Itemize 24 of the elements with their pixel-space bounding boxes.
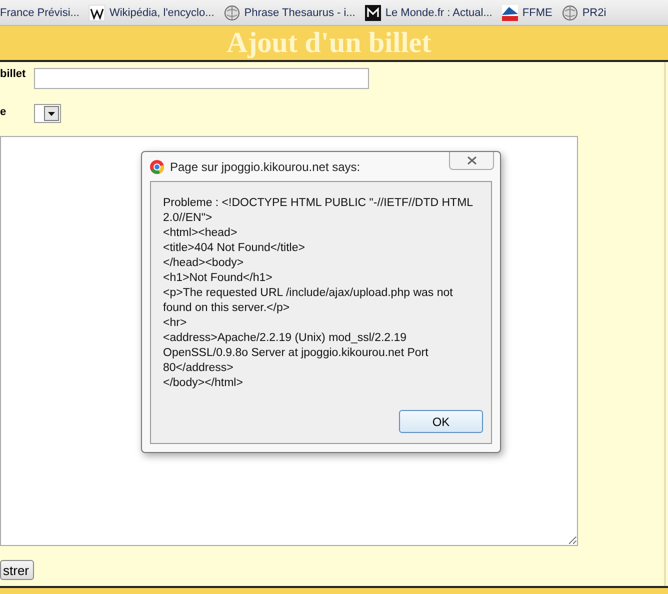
bookmark-link[interactable]: FFME [502, 4, 552, 20]
caret-icon [44, 106, 59, 121]
field-label: billet [0, 68, 27, 80]
newspaper-logo-icon [365, 4, 382, 20]
close-icon [466, 156, 476, 165]
mountain-logo-icon [502, 4, 518, 20]
title-input[interactable] [34, 68, 369, 89]
wikipedia-icon [89, 4, 106, 20]
bookmark-link[interactable]: Phrase Thesaurus - i... [224, 4, 356, 20]
bookmark-link[interactable]: Wikipédia, l'encyclo... [89, 4, 214, 20]
ok-button[interactable]: OK [399, 410, 483, 433]
page-title: Ajout d'un billet [226, 26, 432, 60]
dialog-message: Probleme : <!DOCTYPE HTML PUBLIC "-//IETF//DTD HTML 2.0//EN"> <html><head> <title>404 Not Found</title> </head><body> <h1>Not Found</h1> <p>The requested URL /include/ajax/upload.php was not found on this server.</p> <hr> <address>Apache/2.2.19 (Unix) mod_ssl/2.2.19 OpenSSL/0.9.8o Server at jpoggio.kikourou.net Port 80</address> </body></html> [163, 196, 474, 391]
close-button[interactable] [449, 152, 494, 170]
globe-icon [224, 4, 240, 20]
bookmark-link[interactable]: France Prévisi... [0, 6, 80, 18]
browser-logo-icon [150, 160, 164, 174]
bookmark-link[interactable]: Le Monde.fr : Actual... [365, 4, 492, 20]
globe-icon [562, 4, 578, 20]
bookmark-link[interactable]: PR2i [562, 4, 606, 20]
dialog-title: Page sur jpoggio.kikourou.net says: [170, 160, 360, 174]
select-dropdown[interactable] [34, 104, 61, 123]
field-label: e [0, 105, 8, 118]
submit-button[interactable]: strer [0, 560, 34, 580]
